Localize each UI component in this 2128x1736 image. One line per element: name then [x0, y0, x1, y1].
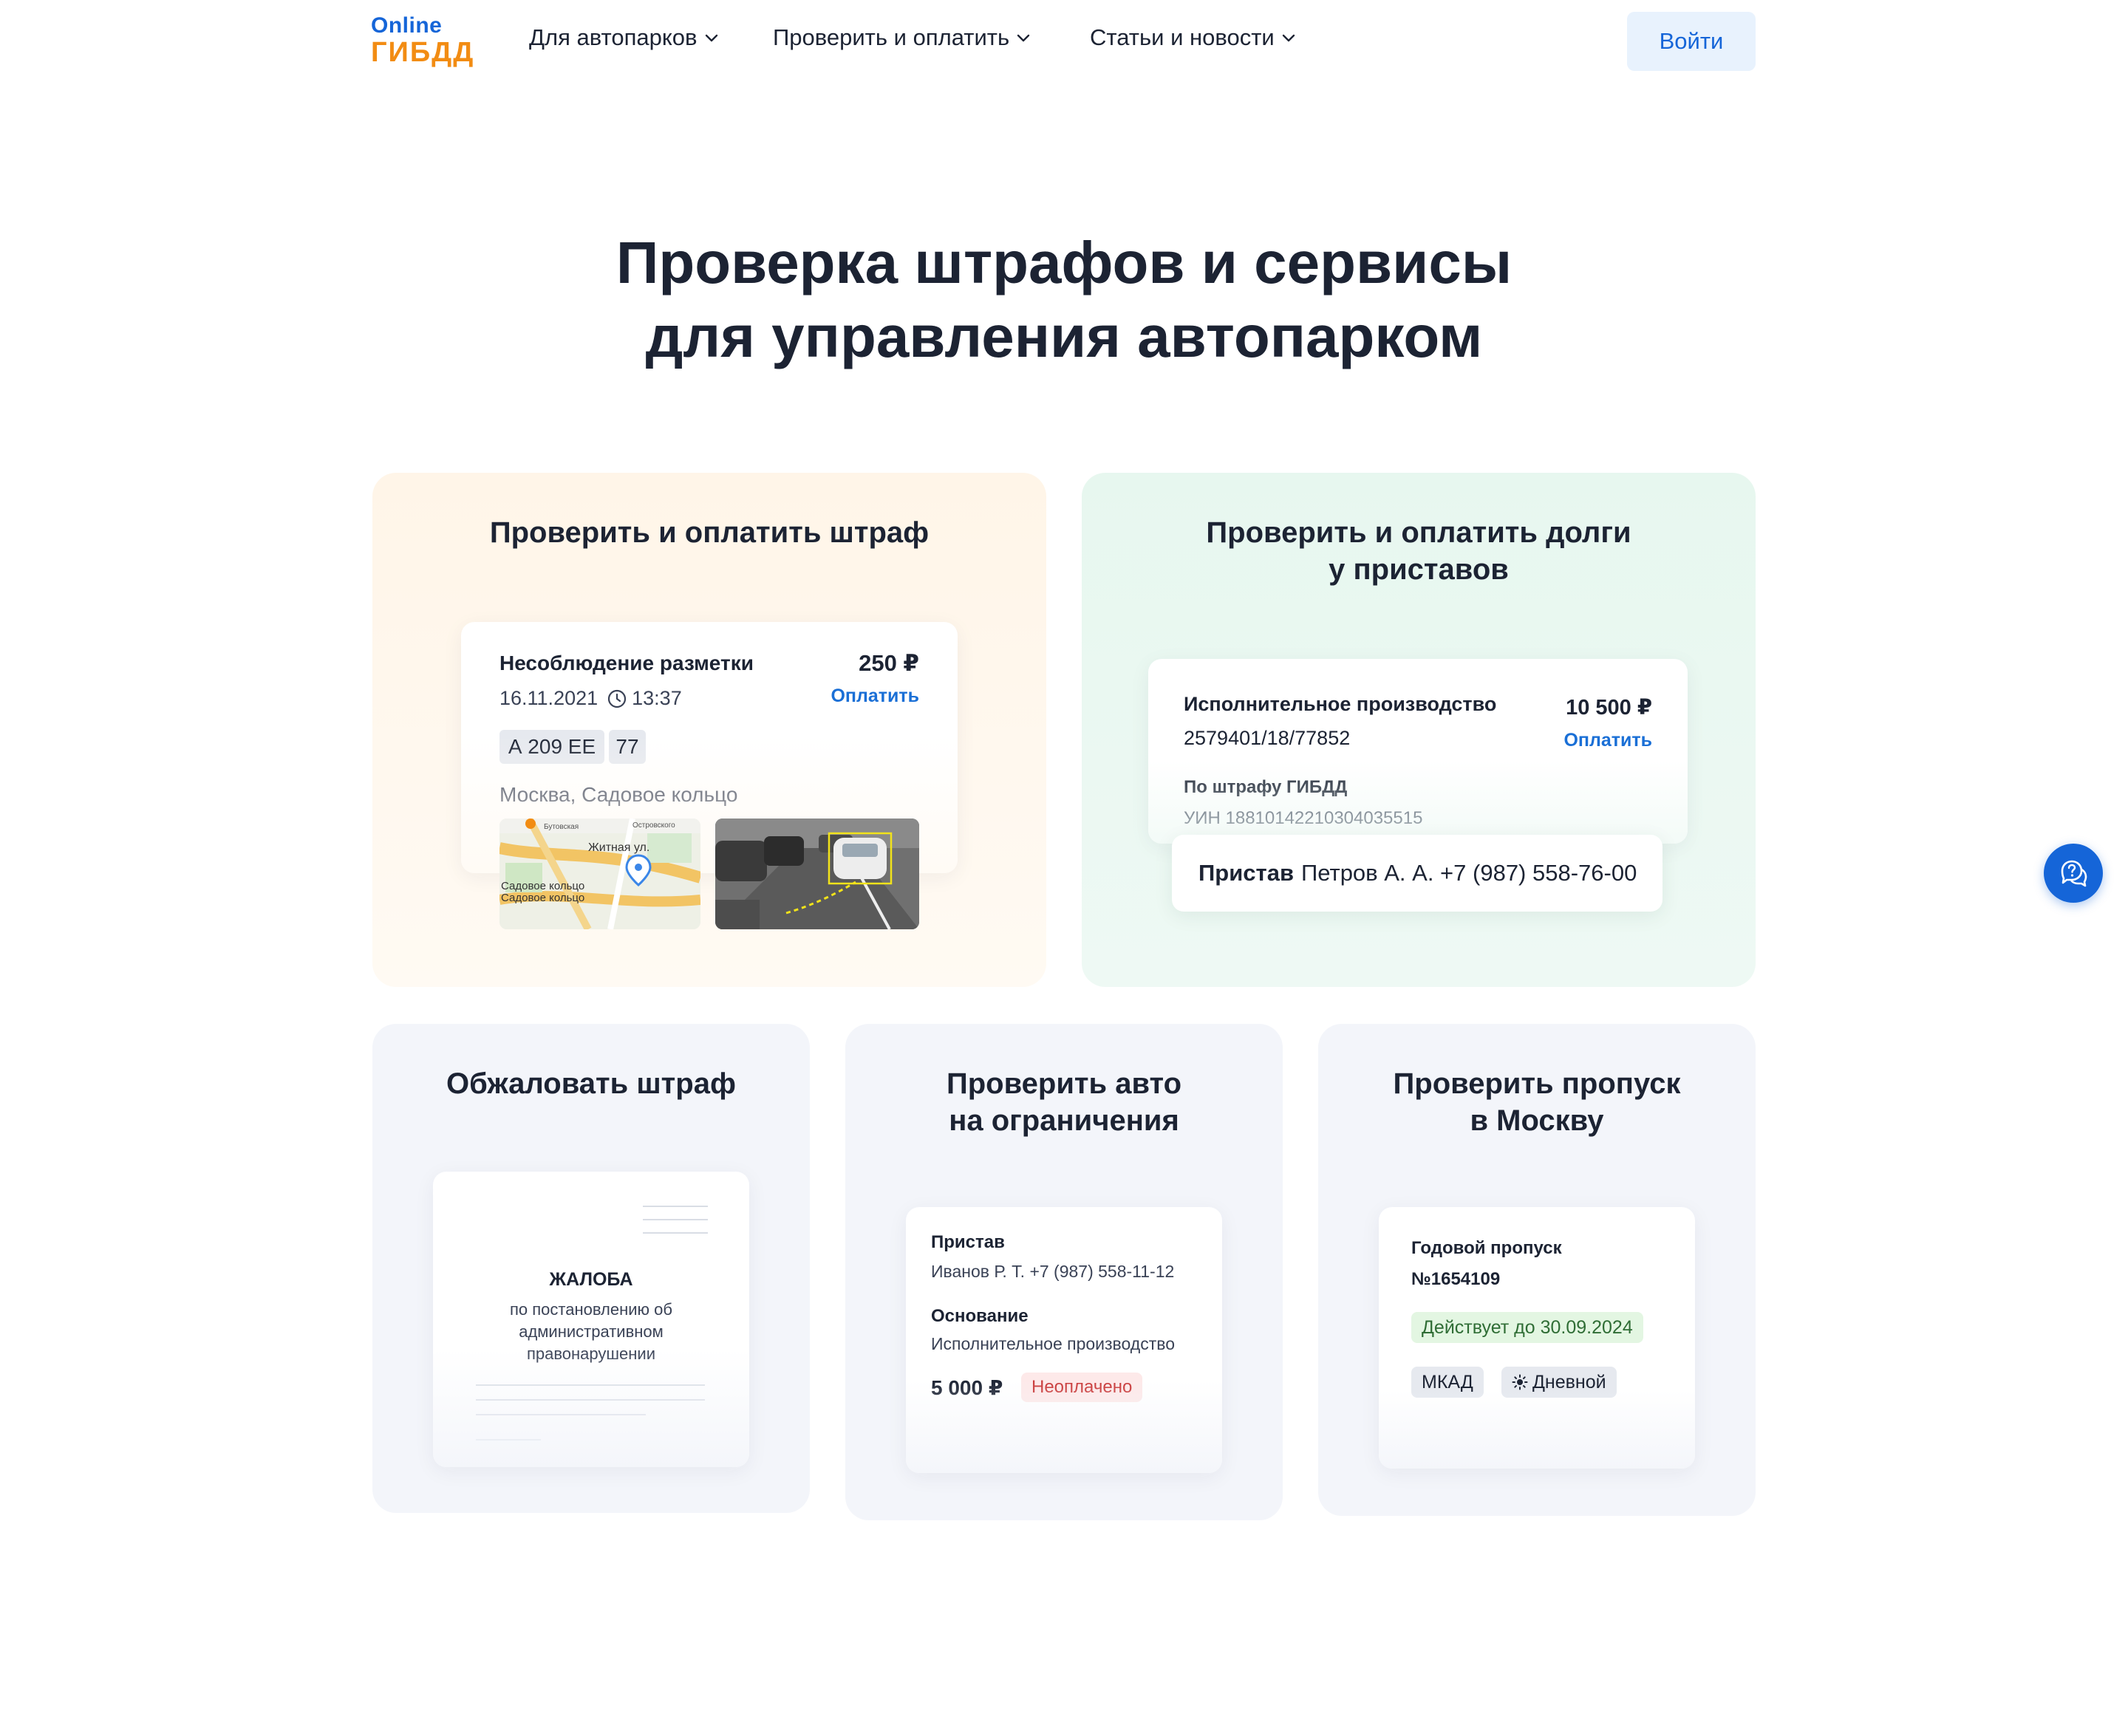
- chevron-down-icon: [1282, 34, 1295, 42]
- map-label-ring-2: Садовое кольцо: [501, 892, 584, 904]
- service-card-appeal[interactable]: Обжаловать штраф ЖАЛОБА по постановлению…: [372, 1024, 810, 1513]
- logo-online-text: Online: [371, 13, 443, 38]
- map-thumbnail[interactable]: Бутовская Островского Житная ул. Садовое…: [499, 819, 700, 929]
- pass-number: №1654109: [1411, 1269, 1501, 1289]
- bailiff-info: Иванов Р. Т. +7 (987) 558-11-12: [931, 1262, 1175, 1281]
- card-title-line2: у приставов: [1329, 553, 1509, 586]
- nav-item-label: Для автопарков: [529, 24, 698, 50]
- bailiff-label: Пристав: [1198, 860, 1294, 886]
- fine-time: 13:37: [632, 687, 682, 709]
- bailiff-label: Пристав: [931, 1232, 1005, 1252]
- support-chat-icon: [2061, 860, 2087, 887]
- proceeding-label: Исполнительное производство: [1184, 693, 1497, 715]
- page-title-line2: для управления автопарком: [645, 304, 1483, 369]
- nav-item-label: Проверить и оплатить: [773, 24, 1010, 50]
- fine-date: 16.11.2021: [499, 687, 598, 709]
- bailiff-contact: Пристав Петров А. А. +7 (987) 558-76-00: [1172, 835, 1662, 912]
- period-label: Дневной: [1532, 1371, 1606, 1392]
- doc-line: [476, 1384, 705, 1386]
- nav-item-articles[interactable]: Статьи и новости: [1090, 24, 1297, 51]
- fine-datetime: 16.11.2021 13:37: [499, 687, 682, 710]
- page-title: Проверка штрафов и сервисы для управлени…: [0, 226, 2128, 374]
- pass-preview: Годовой пропуск №1654109 Действует до 30…: [1379, 1207, 1695, 1469]
- camera-photo-thumbnail[interactable]: [715, 819, 919, 929]
- fine-location: Москва, Садовое кольцо: [499, 783, 738, 806]
- debt-preview: Исполнительное производство 2579401/18/7…: [1148, 659, 1688, 844]
- support-chat-button[interactable]: [2044, 844, 2103, 903]
- basis-label: Основание: [931, 1306, 1029, 1326]
- doc-line: [476, 1414, 646, 1415]
- debt-amount: 10 500 ₽: [1566, 696, 1652, 720]
- plate-number: А 209 ЕЕ: [499, 730, 604, 764]
- card-title-line2: в Москву: [1470, 1104, 1604, 1137]
- nav-item-fleets[interactable]: Для автопарков: [529, 24, 720, 51]
- fine-amount: 250 ₽: [859, 650, 919, 676]
- card-title: Проверить и оплатить долги у приставов: [1082, 514, 1756, 588]
- card-title-line1: Проверить и оплатить долги: [1206, 516, 1631, 549]
- proceeding-number: 2579401/18/77852: [1184, 727, 1351, 749]
- logo-gibdd-text: ГИБДД: [371, 37, 475, 68]
- violation-text: Несоблюдение разметки: [499, 652, 754, 674]
- login-button[interactable]: Войти: [1627, 12, 1756, 71]
- service-card-restrictions[interactable]: Проверить авто на ограничения Пристав Ив…: [845, 1024, 1283, 1520]
- card-title: Обжаловать штраф: [446, 1067, 736, 1100]
- doc-line: [643, 1206, 708, 1207]
- clock-icon: [608, 689, 627, 708]
- zone-chip: МКАД: [1411, 1367, 1484, 1398]
- map-label-top-left: Бутовская: [544, 823, 579, 831]
- logo[interactable]: Online ГИБДД: [371, 13, 475, 68]
- map-label-ring-1: Садовое кольцо: [501, 880, 584, 892]
- debt-uin: УИН 18810142210304035515: [1184, 808, 1423, 828]
- pay-link[interactable]: Оплатить: [831, 686, 919, 707]
- page-title-line1: Проверка штрафов и сервисы: [615, 230, 1513, 295]
- sun-icon: [1512, 1374, 1528, 1390]
- card-title-line1: Проверить пропуск: [1393, 1067, 1681, 1100]
- restrictions-preview: Пристав Иванов Р. Т. +7 (987) 558-11-12 …: [906, 1207, 1222, 1473]
- map-label-street: Житная ул.: [588, 841, 649, 854]
- pay-link[interactable]: Оплатить: [1563, 730, 1652, 751]
- doc-line: [476, 1399, 705, 1401]
- card-title: Проверить авто на ограничения: [845, 1065, 1283, 1139]
- card-title: Проверить и оплатить штраф: [489, 516, 930, 549]
- doc-subtitle-line1: по постановлению об: [510, 1300, 672, 1319]
- complaint-document-preview: ЖАЛОБА по постановлению об административ…: [433, 1172, 749, 1467]
- debt-basis: По штрафу ГИБДД: [1184, 777, 1348, 797]
- chevron-down-icon: [1017, 34, 1030, 42]
- card-title-line2: на ограничения: [949, 1104, 1179, 1137]
- fine-preview: Несоблюдение разметки 250 ₽ Оплатить 16.…: [461, 622, 958, 929]
- nav-item-label: Статьи и новости: [1090, 24, 1275, 50]
- doc-line: [476, 1439, 541, 1441]
- chevron-down-icon: [705, 34, 717, 42]
- doc-line: [643, 1232, 708, 1234]
- doc-subtitle-line3: правонарушении: [526, 1344, 656, 1363]
- card-title: Проверить пропуск в Москву: [1318, 1065, 1756, 1139]
- bailiff-info: Петров А. А. +7 (987) 558-76-00: [1301, 860, 1637, 886]
- basis-value: Исполнительное производство: [931, 1334, 1176, 1353]
- doc-line: [643, 1219, 708, 1220]
- service-card-fine[interactable]: Проверить и оплатить штраф Несоблюдение …: [372, 473, 1046, 987]
- doc-subtitle: по постановлению об административном пра…: [433, 1299, 749, 1365]
- service-card-bailiff-debts[interactable]: Проверить и оплатить долги у приставов И…: [1082, 473, 1756, 987]
- period-chip: Дневной: [1501, 1367, 1617, 1398]
- status-badge-valid: Действует до 30.09.2024: [1411, 1312, 1643, 1343]
- doc-title: ЖАЛОБА: [549, 1269, 633, 1290]
- restriction-amount: 5 000 ₽: [931, 1376, 1003, 1399]
- card-title-line1: Проверить авто: [946, 1067, 1182, 1100]
- plate-region: 77: [609, 730, 646, 764]
- status-badge-unpaid: Неоплачено: [1021, 1373, 1143, 1402]
- nav-item-check-pay[interactable]: Проверить и оплатить: [773, 24, 1031, 51]
- service-card-moscow-pass[interactable]: Проверить пропуск в Москву Годовой пропу…: [1318, 1024, 1756, 1516]
- pass-type: Годовой пропуск: [1411, 1238, 1562, 1258]
- map-label-top-right: Островского: [632, 821, 675, 830]
- doc-subtitle-line2: административном: [519, 1322, 664, 1341]
